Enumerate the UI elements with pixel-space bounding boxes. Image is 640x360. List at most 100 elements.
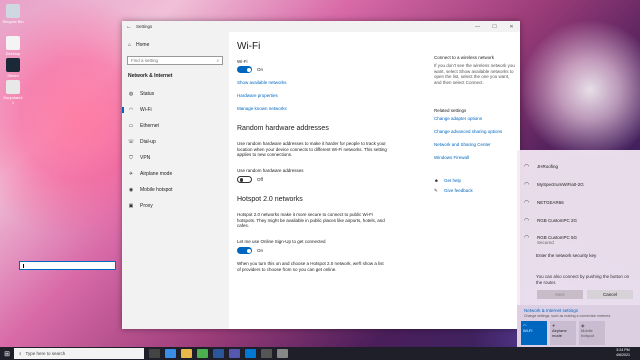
maximize-button[interactable]: ☐	[486, 24, 503, 30]
give-feedback-link[interactable]: ✎ Give feedback	[434, 188, 473, 193]
hotspot-note: When you turn this on and choose a Hotsp…	[237, 261, 384, 272]
home-icon: ⌂	[128, 42, 132, 48]
wifi-toggle[interactable]: On	[237, 66, 263, 73]
minimize-button[interactable]: —	[469, 24, 486, 30]
back-arrow-icon[interactable]: ←	[122, 24, 136, 30]
task-view-icon[interactable]	[149, 349, 160, 358]
network-item-selected[interactable]: ◠ RGB CustomPC 5G Secured	[524, 235, 577, 245]
sidebar-item-airplane[interactable]: ✈ Airplane mode	[128, 170, 172, 178]
help-icon: ☻	[434, 178, 439, 183]
chrome-icon[interactable]	[197, 349, 208, 358]
sidebar-item-hotspot[interactable]: ◉ Mobile hotspot	[128, 186, 173, 194]
wifi-signal-icon: ◠	[524, 164, 530, 170]
sidebar-section-title: Network & Internet	[128, 73, 173, 79]
settings-search-input[interactable]: Find a setting ⌕	[127, 56, 223, 65]
sidebar-item-wifi[interactable]: ◠ Wi-Fi	[122, 106, 152, 114]
taskbar: ⊞ ⌕ Type here to search 3:24 PM 4/6/2021	[0, 347, 640, 360]
steam-icon	[6, 58, 20, 72]
wifi-icon: ◠	[128, 107, 134, 113]
network-settings-note: Change settings, such as making a connec…	[524, 314, 612, 318]
network-item[interactable]: ◠ JHRoofing	[524, 164, 558, 170]
network-settings-link[interactable]: Network & Internet settings	[524, 308, 578, 313]
hotspot-toggle-label: Let me use Online Sign-Up to get connect…	[237, 239, 326, 244]
sidebar-item-vpn[interactable]: ⛉ VPN	[128, 154, 150, 162]
hotspot-description: Hotspot 2.0 networks make it more secure…	[237, 212, 385, 228]
windows-start-icon[interactable]: ⊞	[0, 350, 14, 358]
desktop-icon-update[interactable]: Dsupdate4 1	[2, 80, 24, 105]
search-icon: ⌕	[19, 351, 22, 356]
related-link-firewall[interactable]: Windows Firewall	[434, 155, 469, 160]
phone-icon: ☏	[128, 139, 135, 145]
manage-networks-link[interactable]: Manage known networks	[237, 106, 287, 111]
desktop-icon-file[interactable]: Desktop	[2, 36, 24, 56]
toggle-switch[interactable]	[237, 176, 252, 183]
connect-description: If you don't see the wireless network yo…	[434, 63, 515, 85]
network-item[interactable]: ◠ NETGEAR66	[524, 200, 564, 206]
router-note: You can also connect by pushing the butt…	[536, 274, 630, 285]
page-title: Wi-Fi	[237, 41, 261, 52]
toggle-switch[interactable]	[237, 66, 252, 73]
quick-tile-hotspot[interactable]: ◉ Mobile hotspot	[579, 321, 605, 345]
file-icon	[6, 36, 20, 50]
close-button[interactable]: ✕	[503, 24, 520, 30]
globe-icon: ◍	[128, 91, 134, 97]
settings-sidebar: ⌂ Home Find a setting ⌕ Network & Intern…	[122, 32, 229, 329]
hotspot-toggle[interactable]: On	[237, 247, 263, 254]
window-title: Settings	[136, 24, 153, 29]
sidebar-item-ethernet[interactable]: ▭ Ethernet	[128, 122, 159, 130]
sidebar-item-dialup[interactable]: ☏ Dial-up	[128, 138, 156, 146]
wifi-signal-icon: ◠	[524, 182, 530, 188]
sidebar-home[interactable]: ⌂ Home	[128, 42, 149, 48]
toggle-switch[interactable]	[237, 247, 252, 254]
system-clock[interactable]: 3:24 PM 4/6/2021	[616, 348, 630, 358]
next-button[interactable]: Next	[537, 290, 583, 299]
get-help-link[interactable]: ☻ Get help	[434, 178, 461, 183]
network-item[interactable]: ◠ MySpectrumWiFia0-2G	[524, 182, 584, 188]
random-hw-toggle[interactable]: Off	[237, 176, 263, 183]
related-link-center[interactable]: Network and Sharing Center	[434, 142, 491, 147]
proxy-icon: ▣	[128, 203, 134, 209]
wifi-lock-icon: ◠	[524, 235, 530, 241]
settings-window: ← Settings — ☐ ✕ ⌂ Home Find a setting ⌕…	[122, 21, 520, 329]
security-key-prompt: Enter the network security key	[536, 253, 597, 258]
random-hw-toggle-label: Use random hardware addresses	[237, 168, 304, 173]
related-settings-heading: Related settings	[434, 108, 467, 113]
word-icon[interactable]	[213, 349, 224, 358]
ethernet-icon: ▭	[128, 123, 134, 129]
app-icon[interactable]	[261, 349, 272, 358]
settings-gear-icon[interactable]	[277, 349, 288, 358]
related-link-sharing[interactable]: Change advanced sharing options	[434, 129, 502, 134]
taskbar-search-input[interactable]: ⌕ Type here to search	[14, 348, 144, 359]
wifi-signal-icon: ◠	[524, 218, 530, 224]
file-icon	[6, 80, 20, 94]
random-hw-heading: Random hardware addresses	[237, 125, 329, 132]
wifi-toggle-label: Wi-Fi	[237, 59, 248, 64]
sidebar-item-proxy[interactable]: ▣ Proxy	[128, 202, 153, 210]
cancel-button[interactable]: Cancel	[587, 290, 633, 299]
outlook-icon[interactable]	[245, 349, 256, 358]
connect-heading: Connect to a wireless network	[434, 55, 495, 60]
desktop-icon-steam[interactable]: Steam	[2, 58, 24, 78]
network-item[interactable]: ◠ RGB CustomPC 2G	[524, 218, 577, 224]
title-bar: ← Settings — ☐ ✕	[122, 21, 520, 32]
file-explorer-icon[interactable]	[181, 349, 192, 358]
airplane-icon: ✈	[128, 171, 134, 177]
security-key-input[interactable]	[19, 261, 116, 270]
recycle-bin-icon	[6, 4, 20, 18]
show-networks-link[interactable]: Show available networks	[237, 80, 287, 85]
vpn-icon: ⛉	[129, 155, 133, 161]
desktop-icon-recycle-bin[interactable]: Recycle Bin	[2, 4, 24, 24]
quick-tile-wifi[interactable]: ◠ Wi-Fi	[521, 321, 547, 345]
hotspot-heading: Hotspot 2.0 networks	[237, 196, 303, 203]
quick-tile-airplane[interactable]: ✈ Airplane mode	[550, 321, 576, 345]
hardware-properties-link[interactable]: Hardware properties	[237, 93, 278, 98]
related-link-adapter[interactable]: Change adapter options	[434, 116, 482, 121]
search-icon: ⌕	[216, 58, 219, 63]
teams-icon[interactable]	[229, 349, 240, 358]
feedback-icon: ✎	[434, 188, 438, 193]
hotspot-icon: ◉	[128, 187, 134, 193]
edge-icon[interactable]	[165, 349, 176, 358]
wifi-signal-icon: ◠	[524, 200, 530, 206]
random-hw-description: Use random hardware addresses to make it…	[237, 141, 387, 157]
sidebar-item-status[interactable]: ◍ Status	[128, 90, 154, 98]
